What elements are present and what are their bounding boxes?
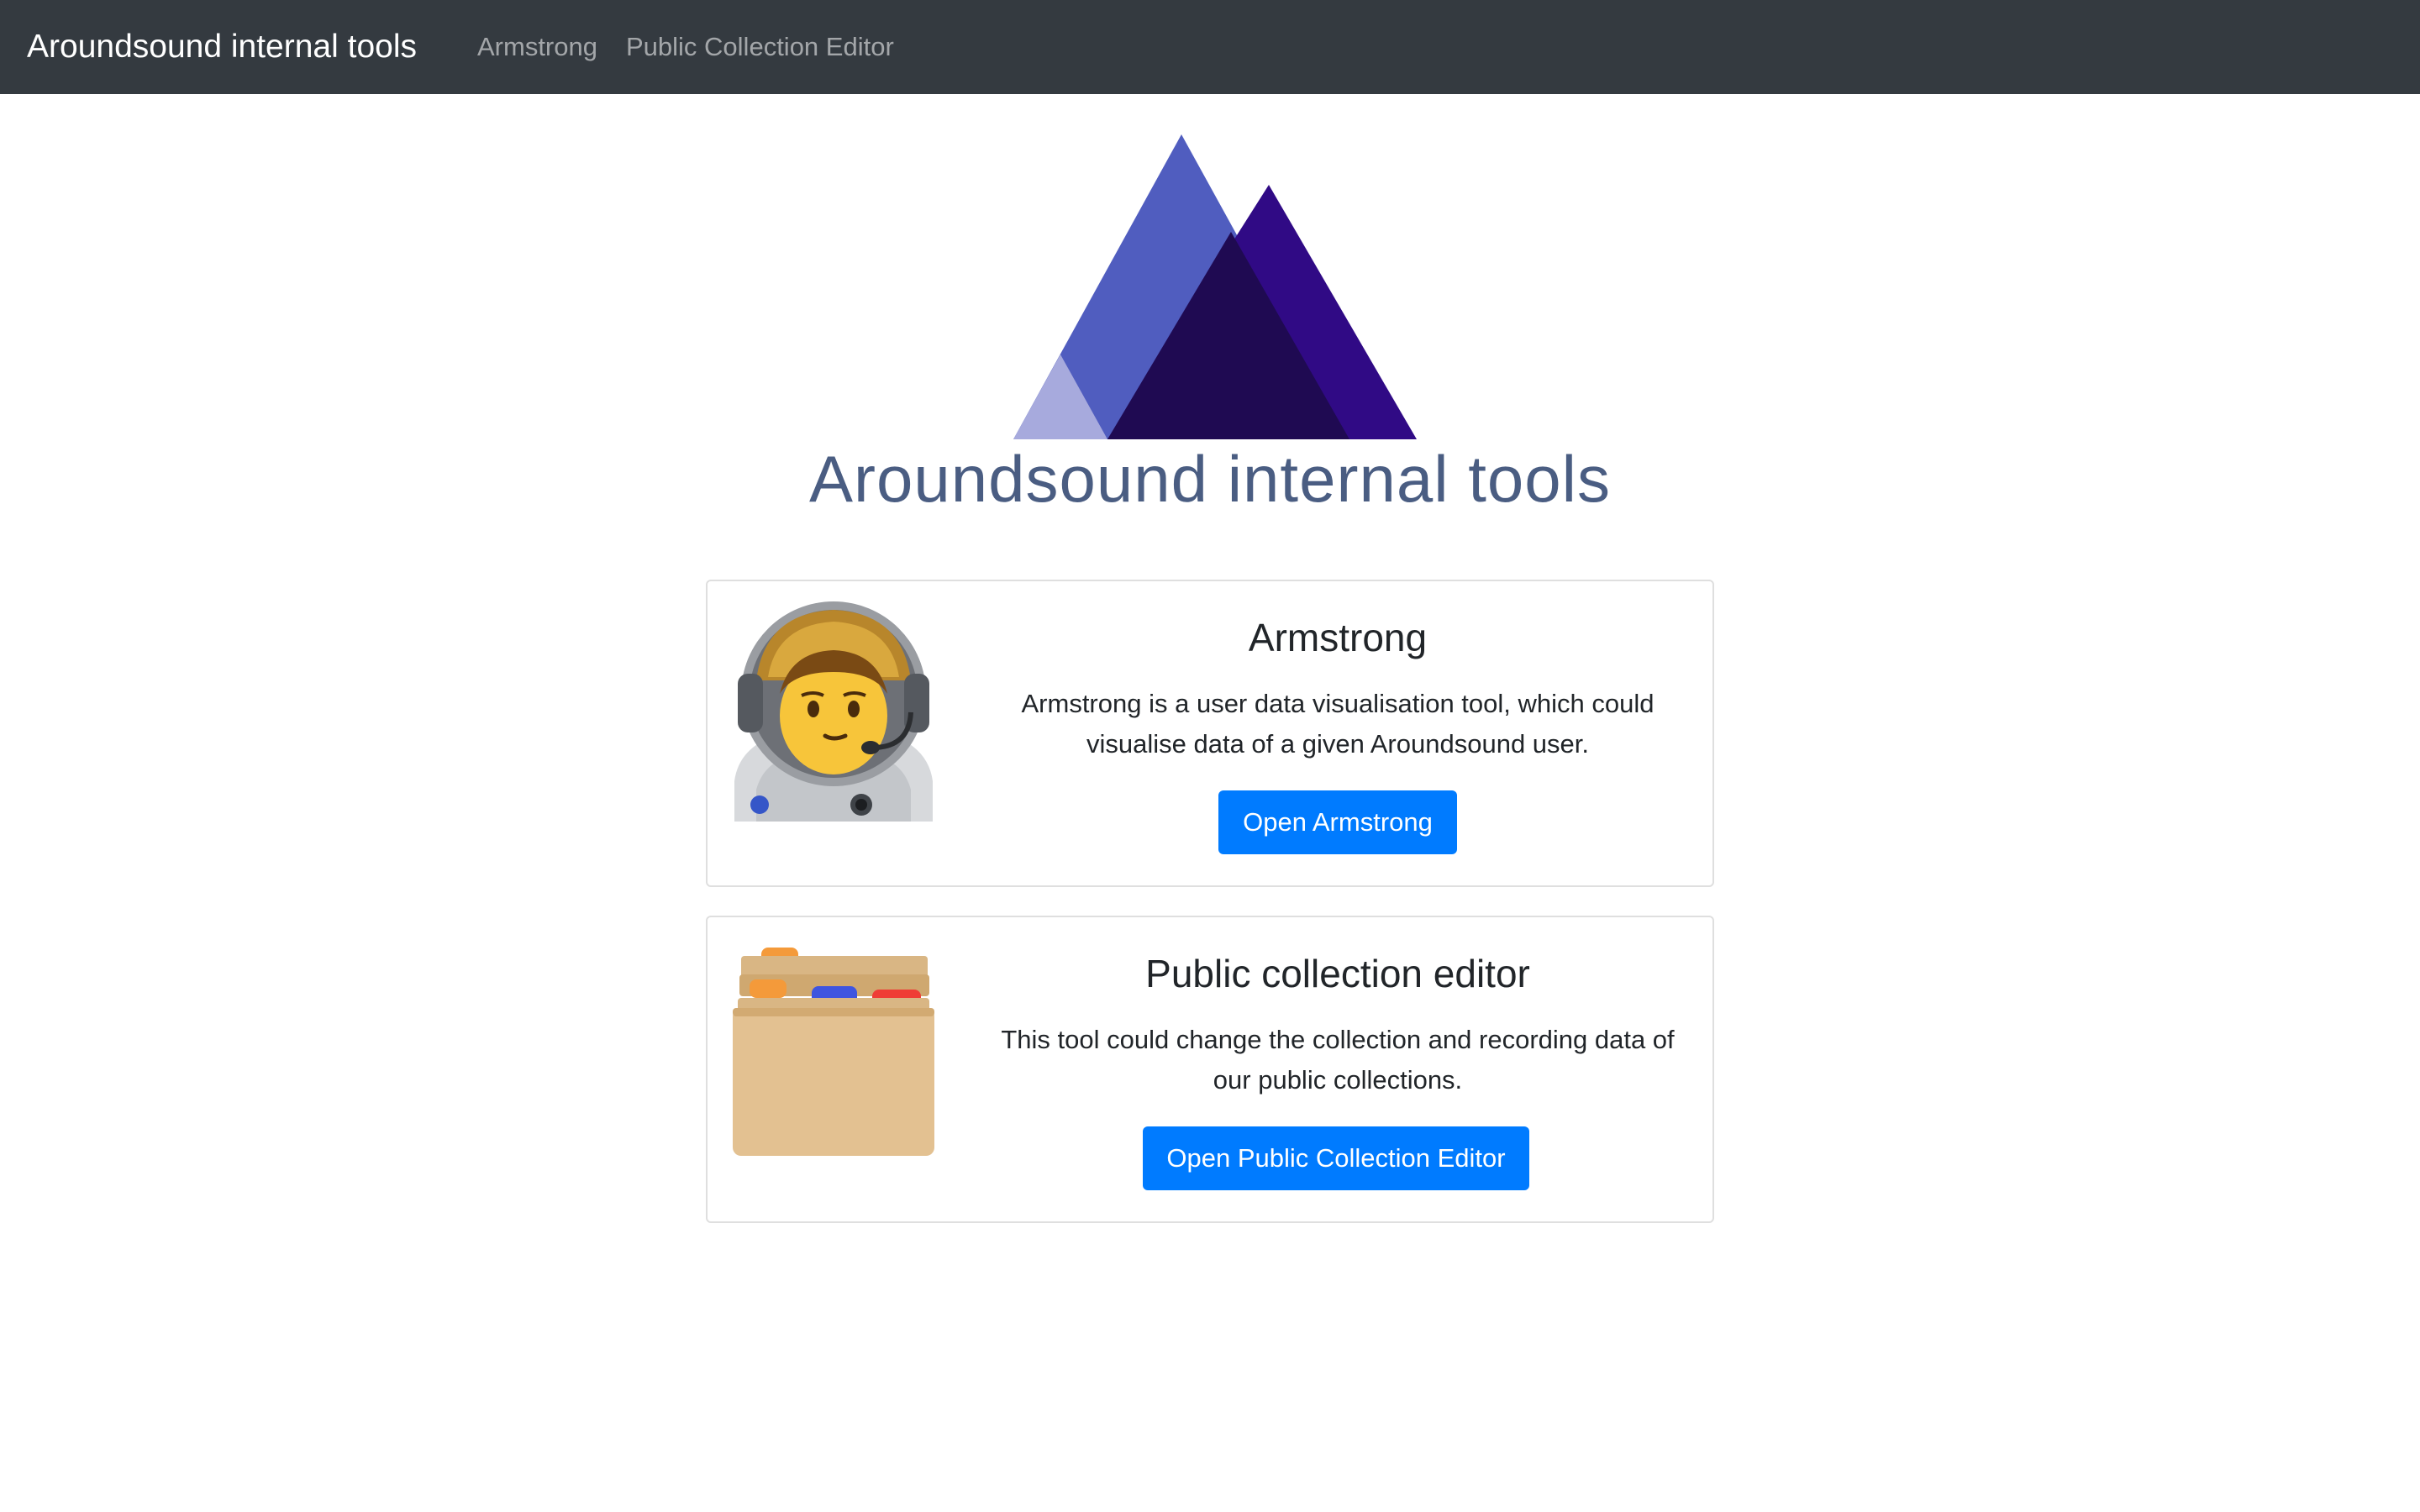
- armstrong-card: Armstrong Armstrong is a user data visua…: [706, 580, 1714, 887]
- card-description: This tool could change the collection an…: [1001, 1025, 1675, 1095]
- open-armstrong-button[interactable]: Open Armstrong: [1218, 790, 1457, 854]
- hero-title: Aroundsound internal tools: [809, 442, 1611, 516]
- armstrong-card-body: Armstrong Armstrong is a user data visua…: [993, 581, 1682, 889]
- public-collection-editor-card-body: Public collection editor This tool could…: [993, 917, 1682, 1225]
- card-description: Armstrong is a user data visualisation t…: [1021, 689, 1655, 759]
- astronaut-icon: [734, 601, 933, 822]
- nav-link-public-collection-editor[interactable]: Public Collection Editor: [626, 0, 894, 94]
- open-public-collection-editor-button[interactable]: Open Public Collection Editor: [1143, 1126, 1529, 1190]
- aroundsound-logo: [1013, 134, 1417, 439]
- card-title: Armstrong: [1248, 616, 1428, 659]
- nav-link-armstrong[interactable]: Armstrong: [477, 0, 597, 94]
- card-title: Public collection editor: [1145, 952, 1530, 995]
- top-navbar: Aroundsound internal tools Armstrong Pub…: [0, 0, 2420, 94]
- public-collection-editor-card: Public collection editor This tool could…: [706, 916, 1714, 1223]
- card-file-box-icon: [733, 948, 934, 1156]
- navbar-brand[interactable]: Aroundsound internal tools: [27, 0, 417, 94]
